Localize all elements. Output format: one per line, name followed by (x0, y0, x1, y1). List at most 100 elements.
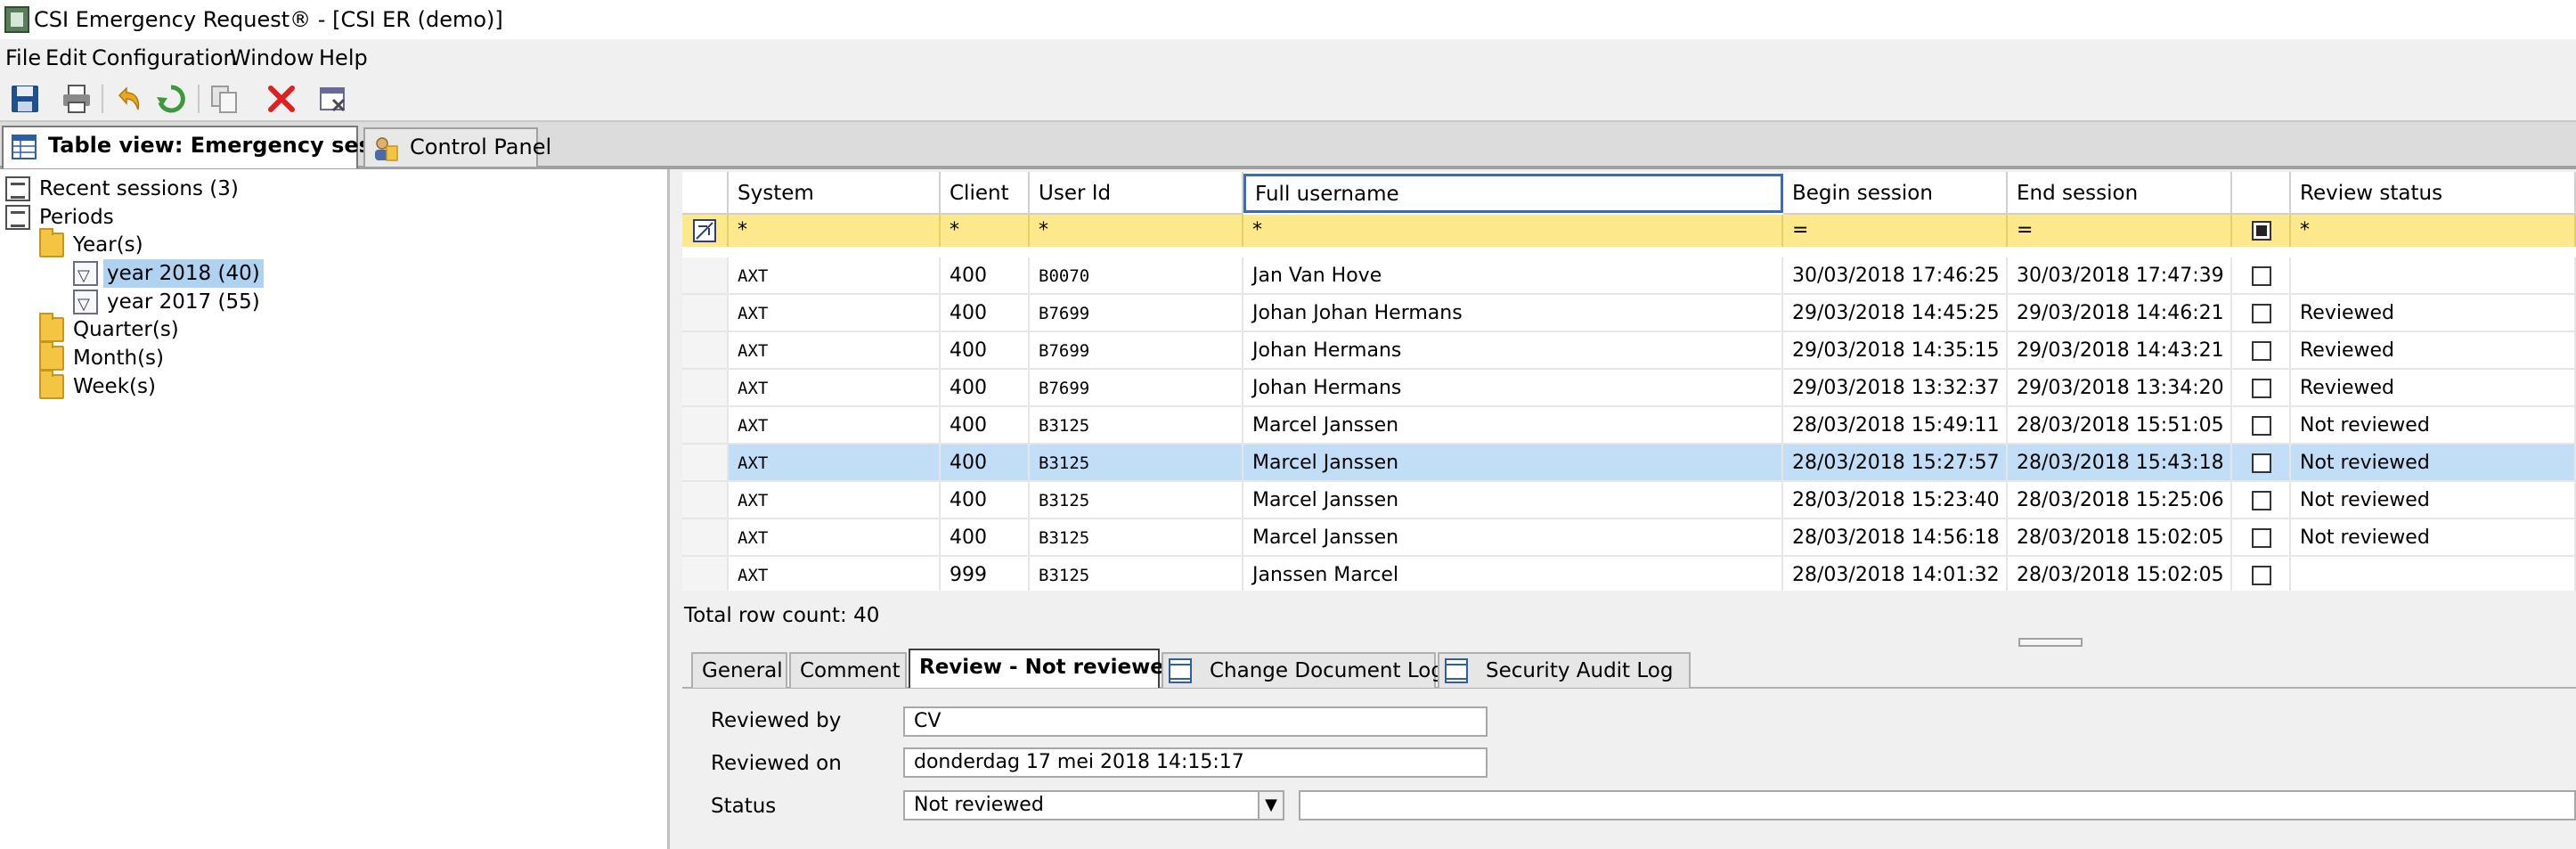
filter-begin-session[interactable]: = (1783, 215, 2008, 247)
print-icon[interactable] (61, 83, 93, 115)
cell-client: 400 (941, 332, 1030, 368)
tree-months[interactable]: Month(s) (39, 341, 235, 372)
toolbar (0, 76, 2576, 122)
row-checkbox[interactable] (2252, 266, 2271, 286)
cell-reviewed-flag[interactable] (2232, 257, 2291, 293)
row-selector[interactable] (682, 257, 729, 293)
cell-system: AXT (729, 519, 941, 555)
row-checkbox[interactable] (2252, 341, 2271, 361)
menu-window[interactable]: Window (230, 44, 314, 72)
filter-system[interactable]: * (729, 215, 941, 247)
table-row[interactable]: AXT 999 B3125 Janssen Marcel 28/03/2018 14:0… (682, 557, 2576, 591)
save-icon[interactable] (9, 83, 41, 115)
column-header-user-id[interactable]: User Id (1030, 172, 1243, 215)
column-header-begin-session[interactable]: Begin session (1783, 172, 2008, 215)
cell-reviewed-flag[interactable] (2232, 445, 2291, 480)
row-checkbox[interactable] (2252, 491, 2271, 510)
tab-control-panel[interactable]: Control Panel (363, 127, 551, 167)
tree-periods[interactable]: Periods (5, 203, 183, 232)
table-row[interactable]: AXT 400 B3125 Marcel Janssen 28/03/2018 15:2… (682, 445, 2576, 482)
filter-toggle-icon[interactable] (682, 215, 729, 247)
tab-comment[interactable]: Comment (789, 652, 907, 688)
chevron-down-icon[interactable]: ▼ (1258, 790, 1284, 820)
column-header-client[interactable]: Client (941, 172, 1030, 215)
tree-quarters[interactable]: Quarter(s) (39, 313, 235, 344)
menu-edit[interactable]: Edit (45, 44, 86, 72)
tree-years[interactable]: Year(s) (39, 228, 217, 259)
table-row[interactable]: AXT 400 B7699 Johan Johan Hermans 29/03/2018… (682, 295, 2576, 332)
delete-icon[interactable] (265, 83, 298, 115)
table-row[interactable]: AXT 400 B3125 Marcel Janssen 28/03/2018 14:5… (682, 519, 2576, 557)
reviewed-by-label: Reviewed by (711, 709, 842, 732)
column-header-end-session[interactable]: End session (2008, 172, 2232, 215)
filter-full-username[interactable]: * (1243, 215, 1783, 247)
filter-client[interactable]: * (941, 215, 1030, 247)
row-checkbox[interactable] (2252, 416, 2271, 436)
table-row[interactable]: AXT 400 B7699 Johan Hermans 29/03/2018 14:35… (682, 332, 2576, 370)
table-row[interactable]: AXT 400 B3125 Marcel Janssen 28/03/2018 15:2… (682, 482, 2576, 519)
filter-checkbox-indeterminate[interactable] (2252, 221, 2271, 241)
cell-begin-session: 28/03/2018 15:23:40 (1783, 482, 2008, 518)
cell-reviewed-flag[interactable] (2232, 332, 2291, 368)
cell-end-session: 28/03/2018 15:02:05 (2008, 519, 2232, 555)
column-header-review-status[interactable]: Review status (2291, 172, 2576, 215)
filter-reviewed-flag[interactable] (2232, 215, 2291, 247)
row-selector[interactable] (682, 295, 729, 331)
filter-user-id[interactable]: * (1030, 215, 1243, 247)
cell-reviewed-flag[interactable] (2232, 407, 2291, 443)
menu-help[interactable]: Help (319, 44, 368, 72)
row-checkbox[interactable] (2252, 528, 2271, 548)
menu-configuration[interactable]: Configuration (92, 44, 237, 72)
app-icon (4, 6, 29, 33)
undo-icon[interactable] (112, 83, 144, 115)
status-note-field[interactable] (1299, 790, 2576, 820)
row-selector[interactable] (682, 519, 729, 555)
column-header-system[interactable]: System (729, 172, 941, 215)
row-checkbox[interactable] (2252, 304, 2271, 323)
cell-system: AXT (729, 557, 941, 591)
row-selector[interactable] (682, 370, 729, 405)
close-window-icon[interactable] (317, 83, 349, 115)
cell-end-session: 28/03/2018 15:51:05 (2008, 407, 2232, 443)
copy-icon[interactable] (208, 83, 240, 115)
tab-security-audit-log[interactable]: Security Audit Log (1438, 652, 1691, 688)
table-row[interactable]: AXT 400 B0070 Jan Van Hove 30/03/2018 17:46:… (682, 257, 2576, 295)
tab-review[interactable]: Review - Not reviewed (909, 649, 1178, 688)
cell-reviewed-flag[interactable] (2232, 557, 2291, 591)
cell-reviewed-flag[interactable] (2232, 519, 2291, 555)
column-header-full-username[interactable]: Full username (1243, 174, 1783, 213)
reviewed-by-field[interactable]: CV (903, 706, 1488, 737)
tab-change-document-log[interactable]: Change Document Log (1162, 652, 1444, 688)
cell-review-status: Reviewed (2291, 332, 2576, 368)
tree-year-2017[interactable]: year 2017 (55) (73, 288, 287, 319)
tree-year-2018[interactable]: year 2018 (40) (73, 259, 287, 290)
row-checkbox[interactable] (2252, 453, 2271, 473)
reviewed-on-field[interactable]: donderdag 17 mei 2018 14:15:17 (903, 747, 1488, 778)
refresh-icon[interactable] (155, 83, 187, 115)
filter-review-status[interactable]: * (2291, 215, 2576, 247)
cell-reviewed-flag[interactable] (2232, 482, 2291, 518)
row-checkbox[interactable] (2252, 566, 2271, 585)
column-header-reviewed-flag[interactable] (2232, 172, 2291, 215)
splitter-handle[interactable] (2018, 638, 2083, 647)
folder-icon (39, 341, 64, 371)
cell-reviewed-flag[interactable] (2232, 295, 2291, 331)
row-selector[interactable] (682, 332, 729, 368)
row-selector[interactable] (682, 482, 729, 518)
tab-general[interactable]: General (691, 652, 787, 688)
status-select[interactable]: Not reviewed (903, 790, 1270, 820)
tab-table-view[interactable]: Table view: Emergency sessions (2, 126, 434, 168)
filter-end-session[interactable]: = (2008, 215, 2232, 247)
row-selector[interactable] (682, 445, 729, 480)
cell-end-session: 29/03/2018 14:46:21 (2008, 295, 2232, 331)
cell-user-id: B3125 (1030, 445, 1243, 480)
row-selector[interactable] (682, 557, 729, 591)
row-checkbox[interactable] (2252, 379, 2271, 398)
row-selector[interactable] (682, 407, 729, 443)
tree-weeks[interactable]: Week(s) (39, 370, 235, 401)
table-row[interactable]: AXT 400 B7699 Johan Hermans 29/03/2018 13:32… (682, 370, 2576, 407)
table-row[interactable]: AXT 400 B3125 Marcel Janssen 28/03/2018 15:4… (682, 407, 2576, 445)
tree-recent-sessions[interactable]: Recent sessions (3) (5, 175, 273, 203)
menu-file[interactable]: File (5, 44, 41, 72)
cell-reviewed-flag[interactable] (2232, 370, 2291, 405)
